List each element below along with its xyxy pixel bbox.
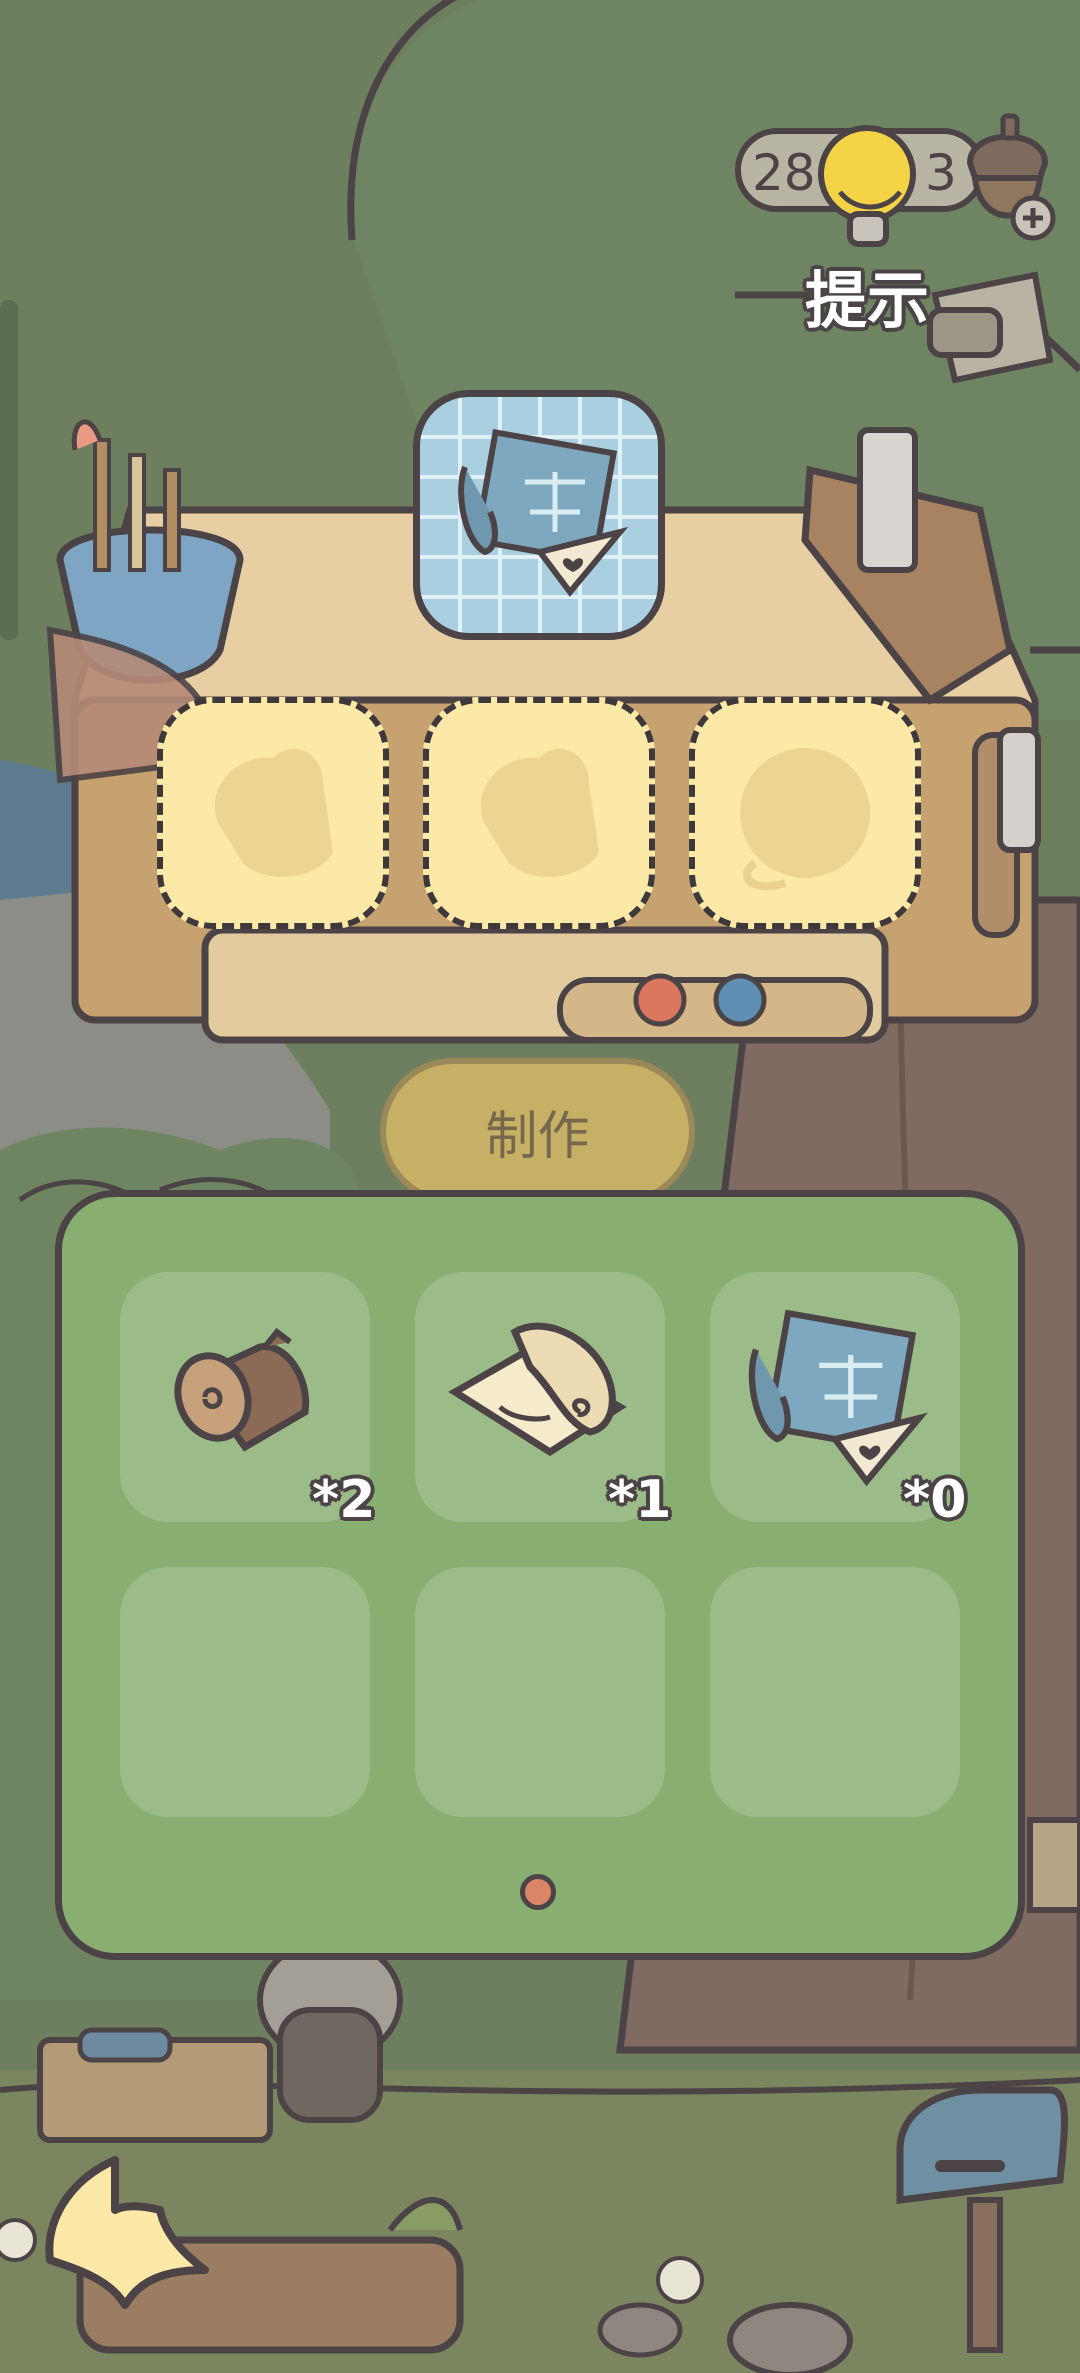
back-arrow-icon[interactable] <box>40 2140 215 2315</box>
log-silhouette-icon <box>214 748 333 877</box>
ingredient-slot-2[interactable] <box>423 697 655 929</box>
ball-of-string-silhouette-icon <box>740 748 870 891</box>
inventory-slot-empty[interactable] <box>415 1567 665 1817</box>
hint-label[interactable]: 提示 <box>805 250 929 340</box>
log-icon <box>174 1327 310 1452</box>
make-button-label: 制作 <box>485 1106 590 1167</box>
ingredient-slot-3[interactable] <box>689 697 921 929</box>
inventory-slot-empty[interactable] <box>120 1567 370 1817</box>
hint-count: 28 <box>752 144 816 202</box>
page-indicator-dot[interactable] <box>520 1874 556 1910</box>
hint-book-icon[interactable] <box>925 270 1060 385</box>
acorn-count: 3 <box>925 144 957 202</box>
inventory-slot-empty[interactable] <box>710 1567 960 1817</box>
hint-line-decoration <box>735 291 810 299</box>
lightbulb-icon[interactable] <box>815 122 925 252</box>
blueprint-scroll-icon <box>748 1309 928 1487</box>
acorn-add-icon[interactable] <box>955 108 1065 248</box>
item-count-blueprint: *0 <box>903 1470 967 1530</box>
ingredient-slot-1[interactable] <box>157 697 389 929</box>
make-button[interactable]: 制作 <box>380 1058 695 1204</box>
item-count-log: *2 <box>312 1470 376 1530</box>
log-silhouette-icon <box>480 748 599 877</box>
item-count-paper: *1 <box>608 1470 672 1530</box>
target-item-frame[interactable] <box>413 390 665 640</box>
blueprint-scroll-icon <box>458 428 629 597</box>
paper-scroll-icon <box>448 1322 627 1457</box>
